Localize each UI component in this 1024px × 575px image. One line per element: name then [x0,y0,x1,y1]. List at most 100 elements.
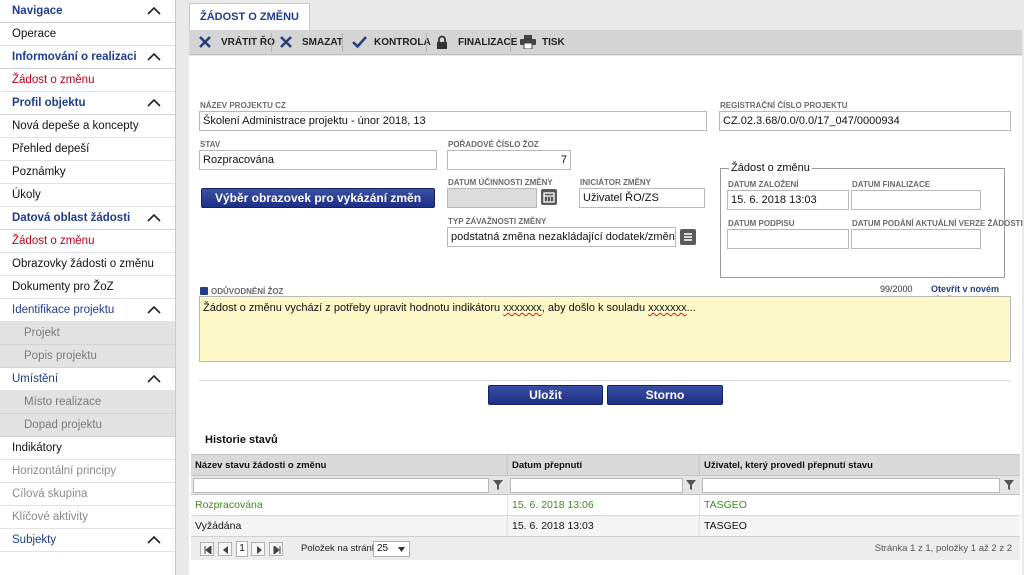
form-panel: NÁZEV PROJEKTU CZ Školení Administrace p… [189,56,1023,575]
sidebar-item[interactable]: Žádost o změnu [0,230,175,253]
x-icon [280,36,292,48]
sidebar-item[interactable]: Obrazovky žádosti o změnu [0,253,175,276]
sidebar-item[interactable]: Přehled depeší [0,138,175,161]
first-page-icon [204,546,212,554]
sidebar-item[interactable]: Klíčové aktivity [0,506,175,529]
oduvodneni-misspelled-word: xxxxxxx [503,302,542,314]
sidebar-item-label: Popis projektu [24,350,97,362]
sidebar-item-label: Klíčové aktivity [12,511,89,523]
ulozit-button[interactable]: Uložit [488,385,603,405]
storno-button[interactable]: Storno [607,385,723,405]
sidebar-item[interactable]: Navigace [0,0,175,23]
calendar-icon[interactable] [541,189,557,205]
sidebar-item[interactable]: Informování o realizaci [0,46,175,69]
datum-finalizace-field[interactable] [851,190,981,210]
oduvodneni-text-part: ... [686,302,696,314]
toolbar-divider [271,33,272,52]
typ-zavaznosti-label: TYP ZÁVAŽNOSTI ZMĚNY [448,217,547,226]
sidebar-item-label: Datová oblast žádosti [12,212,131,224]
sidebar-item[interactable]: Místo realizace [0,391,175,414]
iniciator-zmeny-label: INICIÁTOR ZMĚNY [580,178,651,187]
nazev-projektu-field[interactable]: Školení Administrace projektu - únor 201… [199,111,707,131]
chevron-up-icon[interactable] [147,305,161,315]
sidebar-item[interactable]: Umístění [0,368,175,391]
registracni-cislo-field[interactable]: CZ.02.3.68/0.0/0.0/17_047/0000934 [719,111,1011,131]
datum-zalozeni-field[interactable]: 15. 6. 2018 13:03 [727,190,849,210]
stav-field[interactable]: Rozpracována [199,150,437,170]
nazev-projektu-label: NÁZEV PROJEKTU CZ [200,101,286,110]
sidebar-item[interactable]: Datová oblast žádosti [0,207,175,230]
list-select-icon[interactable] [680,229,696,245]
sidebar-item-label: Úkoly [12,189,41,201]
filter-icon[interactable] [685,479,697,491]
x-icon [199,36,211,48]
sidebar-item-label: Indikátory [12,442,62,454]
table-row[interactable]: Rozpracována 15. 6. 2018 13:06 TASGEO [191,495,1020,516]
last-page-button[interactable] [269,542,283,556]
tab-zadost-o-zmenu[interactable]: ŽÁDOST O ZMĚNU [189,3,310,30]
sidebar-item-label: Navigace [12,5,63,17]
sidebar-item[interactable]: Poznámky [0,161,175,184]
sidebar-item[interactable]: Identifikace projektu [0,299,175,322]
sidebar-item-label: Horizontální principy [12,465,117,477]
sidebar-item[interactable]: Subjekty [0,529,175,552]
chevron-up-icon[interactable] [147,98,161,108]
sidebar-item[interactable]: Dopad projektu [0,414,175,437]
poradove-cislo-field[interactable]: 7 [447,150,571,170]
sidebar-item[interactable]: Popis projektu [0,345,175,368]
datum-ucinnosti-field[interactable] [447,188,537,208]
toolbar: VRÁTIT ŘO SMAZAT KONTROLA FINALIZACE TIS… [189,30,1022,55]
sidebar-item-label: Poznámky [12,166,66,178]
filter-stav-input[interactable] [193,478,489,493]
sidebar-item[interactable]: Projekt [0,322,175,345]
first-page-button[interactable] [200,542,214,556]
filter-icon[interactable] [1003,479,1015,491]
last-page-icon [273,546,281,554]
filter-icon[interactable] [492,479,504,491]
next-page-button[interactable] [251,542,265,556]
toolbar-divider [510,33,511,52]
datum-podpisu-field[interactable] [727,229,849,249]
per-page-select[interactable]: 25 [373,541,410,557]
table-row[interactable]: Vyžádána 15. 6. 2018 13:03 TASGEO [191,516,1020,537]
chevron-up-icon[interactable] [147,374,161,384]
cell-datum: 15. 6. 2018 13:03 [508,516,700,537]
filter-row [191,476,1020,495]
oduvodneni-text-part: , aby došlo k souladu [541,302,649,314]
sidebar-item[interactable]: Dokumenty pro ŽoZ [0,276,175,299]
pager: 1 Položek na stránku 25 Stránka 1 z 1, p… [191,536,1020,560]
divider [199,380,1011,381]
sidebar-item[interactable]: Nová depeše a koncepty [0,115,175,138]
iniciator-zmeny-field[interactable]: Uživatel ŘO/ZS [579,188,705,208]
sidebar-item[interactable]: Profil objektu [0,92,175,115]
column-header-uzivatel[interactable]: Uživatel, který provedl přepnutí stavu [700,455,1020,476]
sidebar-item[interactable]: Cílová skupina [0,483,175,506]
oduvodneni-textarea[interactable]: Žádost o změnu vychází z potřeby upravit… [199,296,1011,362]
filter-uzivatel-input[interactable] [702,478,1000,493]
sidebar-item[interactable]: Indikátory [0,437,175,460]
sidebar-item[interactable]: Úkoly [0,184,175,207]
vyber-obrazovek-button[interactable]: Výběr obrazovek pro vykázání změn [201,188,435,208]
chevron-up-icon[interactable] [147,535,161,545]
sidebar-item[interactable]: Horizontální principy [0,460,175,483]
cell-stav: Rozpracována [191,495,508,516]
chevron-up-icon[interactable] [147,6,161,16]
toolbar-divider [426,33,427,52]
filter-datum-input[interactable] [510,478,683,493]
prev-page-icon [223,546,228,554]
column-header-datum[interactable]: Datum přepnutí [508,455,700,476]
chevron-up-icon[interactable] [147,52,161,62]
kontrola-label: KONTROLA [374,37,431,48]
chevron-up-icon[interactable] [147,213,161,223]
datum-podani-field[interactable] [851,229,981,249]
pager-summary: Stránka 1 z 1, položky 1 až 2 z 2 [874,543,1012,554]
prev-page-button[interactable] [218,542,232,556]
sidebar-item[interactable]: Operace [0,23,175,46]
sidebar-item[interactable]: Žádost o změnu [0,69,175,92]
history-table: Název stavu žádosti o změnu Datum přepnu… [191,454,1020,537]
column-header-stav[interactable]: Název stavu žádosti o změnu [191,455,508,476]
smazat-label: SMAZAT [302,37,343,48]
sidebar-item-label: Žádost o změnu [12,235,95,247]
typ-zavaznosti-field[interactable]: podstatná změna nezakládající dodatek/zm… [447,227,676,247]
current-page-field[interactable]: 1 [236,541,248,557]
